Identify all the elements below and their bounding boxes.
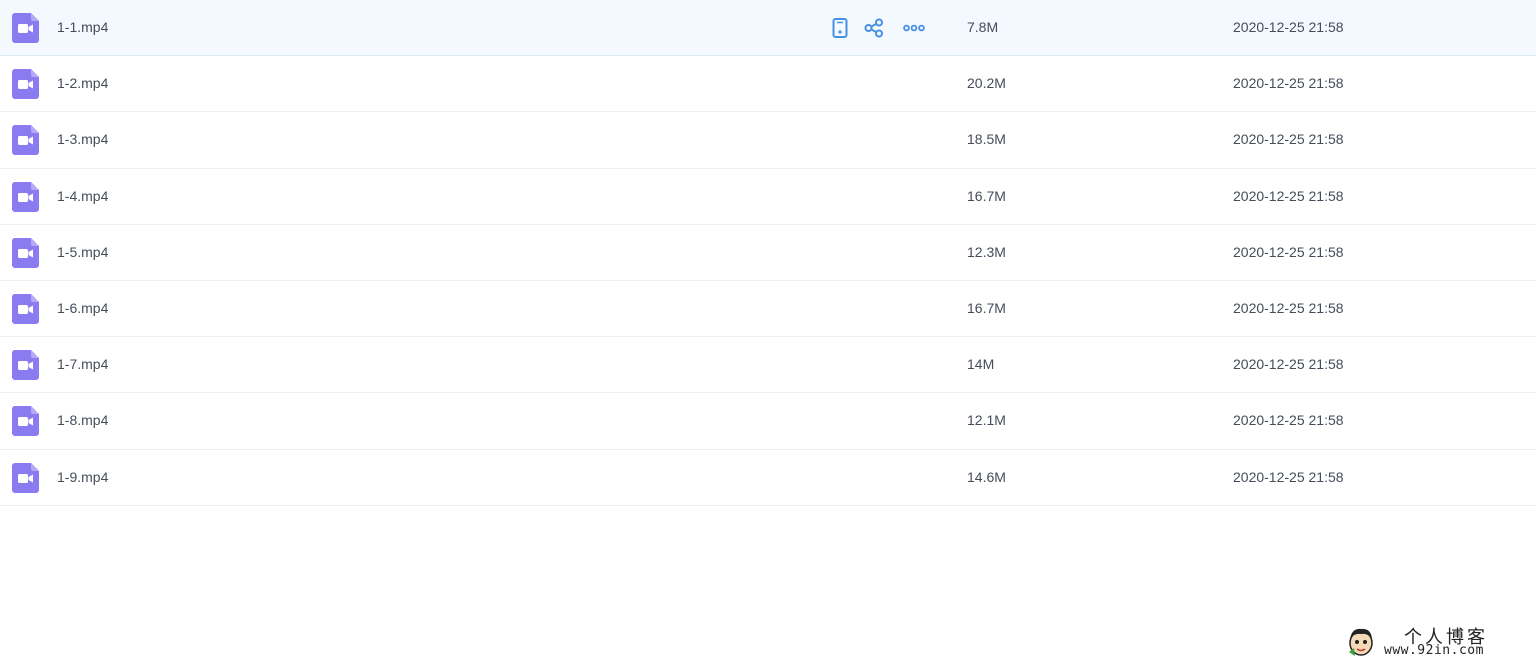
- file-row[interactable]: 1-6.mp4 16.7M 2020-12-25 21:58: [0, 281, 1536, 338]
- watermark-url: www.92in.com: [1384, 643, 1484, 658]
- video-file-icon: [12, 125, 39, 156]
- video-file-icon: [12, 350, 39, 381]
- file-row[interactable]: 1-9.mp4 14.6M 2020-12-25 21:58: [0, 450, 1536, 506]
- video-file-icon: [12, 69, 39, 100]
- file-size: 20.2M: [967, 75, 1006, 92]
- file-row[interactable]: 1-8.mp4 12.1M 2020-12-25 21:58: [0, 393, 1536, 450]
- file-size: 12.3M: [967, 243, 1006, 260]
- video-file-icon: [12, 406, 39, 437]
- file-date: 2020-12-25 21:58: [1233, 187, 1344, 204]
- file-size: 14.6M: [967, 468, 1006, 485]
- file-name[interactable]: 1-7.mp4: [57, 337, 108, 392]
- file-date: 2020-12-25 21:58: [1233, 412, 1344, 429]
- file-row[interactable]: 1-3.mp4 18.5M 2020-12-25 21:58: [0, 112, 1536, 169]
- file-date: 2020-12-25 21:58: [1233, 243, 1344, 260]
- file-date: 2020-12-25 21:58: [1233, 75, 1344, 92]
- file-date: 2020-12-25 21:58: [1233, 131, 1344, 148]
- file-date: 2020-12-25 21:58: [1233, 356, 1344, 373]
- file-date: 2020-12-25 21:58: [1233, 299, 1344, 316]
- file-row[interactable]: 1-5.mp4 12.3M 2020-12-25 21:58: [0, 225, 1536, 281]
- file-name[interactable]: 1-6.mp4: [57, 281, 108, 336]
- file-list: 1-1.mp4 7.8M 2020-12-25 21:58 1-2.mp4 20…: [0, 0, 1536, 506]
- file-row[interactable]: 1-1.mp4 7.8M 2020-12-25 21:58: [0, 0, 1536, 57]
- file-row[interactable]: 1-2.mp4 20.2M 2020-12-25 21:58: [0, 56, 1536, 113]
- file-size: 12.1M: [967, 412, 1006, 429]
- video-file-icon: [12, 462, 39, 493]
- more-icon[interactable]: [894, 16, 934, 40]
- mascot-face-icon: [1346, 626, 1376, 658]
- file-size: 16.7M: [967, 187, 1006, 204]
- file-row[interactable]: 1-7.mp4 14M 2020-12-25 21:58: [0, 337, 1536, 394]
- share-icon[interactable]: [854, 16, 894, 40]
- video-file-icon: [12, 13, 39, 43]
- file-name[interactable]: 1-3.mp4: [57, 112, 108, 167]
- row-actions: [826, 16, 934, 40]
- file-name[interactable]: 1-1.mp4: [57, 0, 108, 55]
- file-size: 16.7M: [967, 299, 1006, 316]
- file-size: 7.8M: [967, 19, 999, 35]
- video-file-icon: [12, 181, 39, 212]
- watermark: 个人博客 www.92in.com: [1340, 622, 1536, 663]
- file-name[interactable]: 1-9.mp4: [57, 450, 108, 505]
- file-name[interactable]: 1-8.mp4: [57, 393, 108, 448]
- video-file-icon: [12, 293, 39, 324]
- file-date: 2020-12-25 21:58: [1233, 19, 1344, 35]
- file-size: 18.5M: [967, 131, 1006, 148]
- file-date: 2020-12-25 21:58: [1233, 468, 1344, 485]
- file-size: 14M: [967, 356, 995, 373]
- file-name[interactable]: 1-4.mp4: [57, 169, 108, 224]
- phone-icon[interactable]: [826, 16, 854, 40]
- video-file-icon: [12, 237, 39, 268]
- file-name[interactable]: 1-2.mp4: [57, 56, 108, 111]
- file-name[interactable]: 1-5.mp4: [57, 225, 108, 280]
- file-row[interactable]: 1-4.mp4 16.7M 2020-12-25 21:58: [0, 169, 1536, 225]
